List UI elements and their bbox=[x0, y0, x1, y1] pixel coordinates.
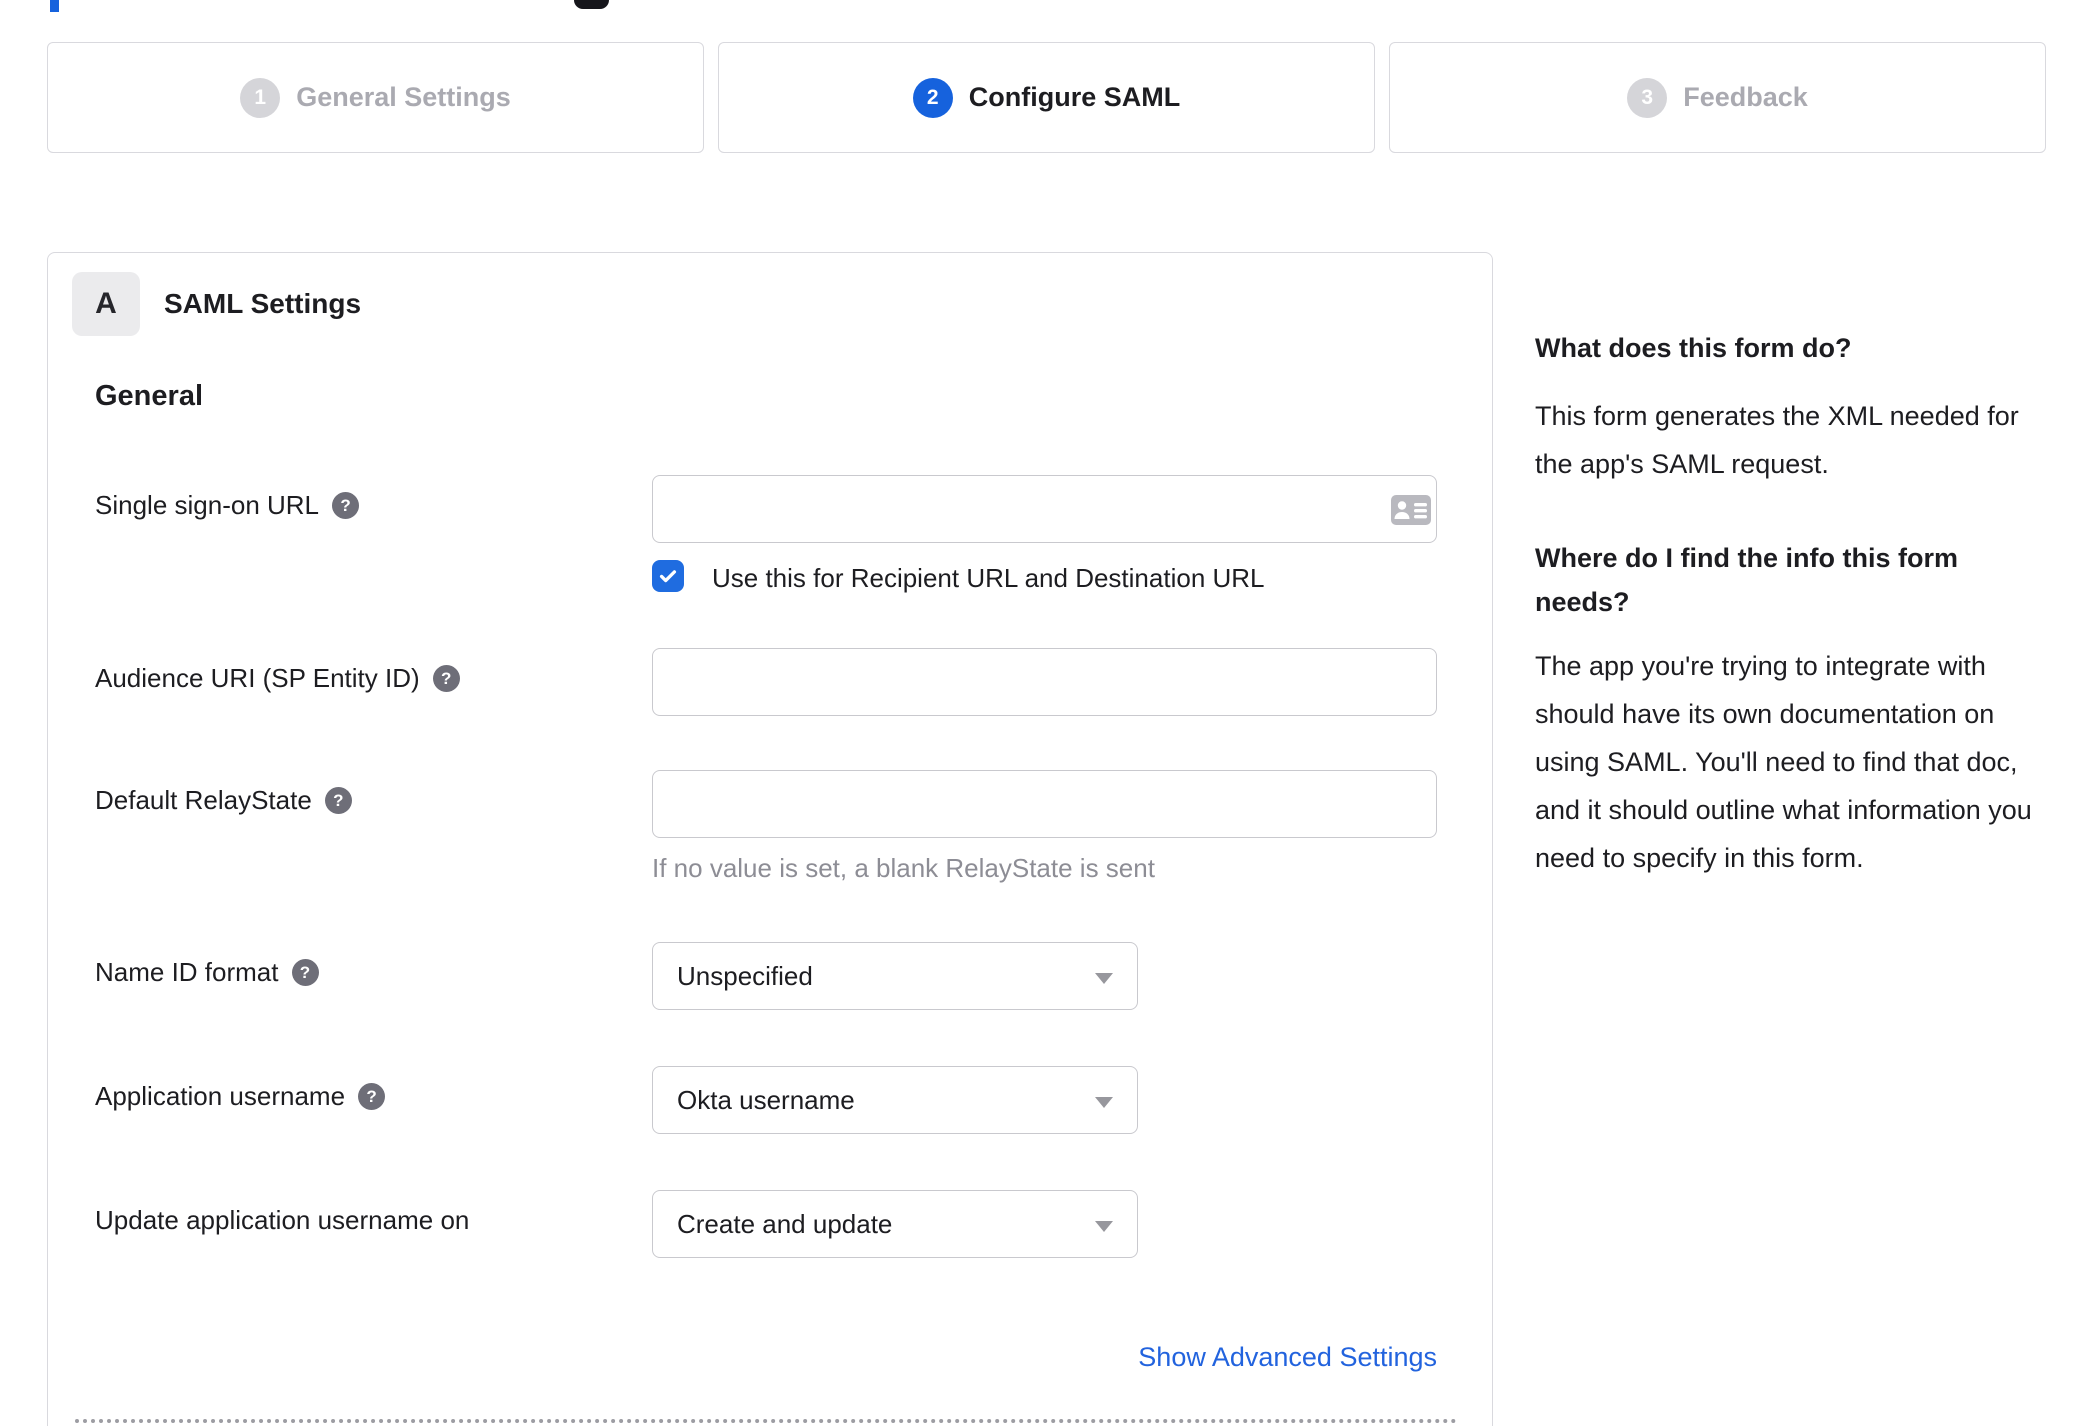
help-icon[interactable]: ? bbox=[324, 787, 352, 814]
section-dotted-divider bbox=[75, 1419, 1457, 1423]
contact-card-icon[interactable] bbox=[1390, 494, 1432, 526]
help-icon[interactable]: ? bbox=[291, 959, 319, 986]
step-number-badge: 1 bbox=[240, 77, 281, 118]
relaystate-hint: If no value is set, a blank RelayState i… bbox=[652, 853, 1155, 883]
sidebar-question-1-body: This form generates the XML needed for t… bbox=[1535, 401, 2019, 479]
use-for-recipient-checkbox[interactable] bbox=[652, 560, 684, 592]
application-username-select[interactable]: Okta username bbox=[652, 1066, 1138, 1134]
audience-uri-label: Audience URI (SP Entity ID) ? bbox=[95, 663, 460, 694]
default-relaystate-input[interactable] bbox=[652, 770, 1437, 838]
update-username-on-label: Update application username on bbox=[95, 1205, 469, 1236]
step-label: General Settings bbox=[296, 82, 511, 112]
field-label-text: Application username bbox=[95, 1081, 346, 1111]
application-username-label: Application username ? bbox=[95, 1081, 386, 1112]
field-label-text: Single sign-on URL bbox=[95, 490, 320, 520]
field-label-text: Audience URI (SP Entity ID) bbox=[95, 663, 420, 693]
chevron-down-icon bbox=[1095, 1097, 1113, 1108]
select-value: Unspecified bbox=[677, 960, 813, 991]
step-general-settings[interactable]: 1 General Settings bbox=[47, 42, 704, 153]
saml-settings-title: SAML Settings bbox=[164, 288, 362, 319]
field-label-text: Default RelayState bbox=[95, 785, 312, 815]
help-sidebar: What does this form do? This form genera… bbox=[1535, 330, 2042, 882]
step-feedback[interactable]: 3 Feedback bbox=[1389, 42, 2046, 153]
single-sign-on-url-label: Single sign-on URL ? bbox=[95, 490, 360, 521]
audience-uri-input[interactable] bbox=[652, 648, 1437, 716]
general-section-heading: General bbox=[95, 380, 203, 412]
chevron-down-icon bbox=[1095, 1221, 1113, 1232]
single-sign-on-url-input[interactable] bbox=[652, 475, 1437, 543]
name-id-format-label: Name ID format ? bbox=[95, 957, 319, 988]
section-a-badge: A bbox=[72, 272, 140, 336]
sidebar-question-1-title: What does this form do? bbox=[1535, 333, 1852, 363]
select-value: Okta username bbox=[677, 1084, 855, 1115]
cropped-header-fragment-black bbox=[574, 0, 609, 9]
checkmark-icon bbox=[659, 570, 677, 583]
help-icon[interactable]: ? bbox=[358, 1083, 386, 1110]
show-advanced-settings-link[interactable]: Show Advanced Settings bbox=[652, 1342, 1437, 1373]
step-number-badge: 3 bbox=[1627, 77, 1668, 118]
saml-configuration-page: 1 General Settings 2 Configure SAML 3 Fe… bbox=[0, 0, 2092, 1426]
name-id-format-select[interactable]: Unspecified bbox=[652, 942, 1138, 1010]
field-label-text: Update application username on bbox=[95, 1205, 470, 1235]
field-label-text: Name ID format bbox=[95, 957, 279, 987]
help-icon[interactable]: ? bbox=[332, 492, 360, 519]
chevron-down-icon bbox=[1095, 973, 1113, 984]
default-relaystate-label: Default RelayState ? bbox=[95, 785, 352, 816]
update-username-on-select[interactable]: Create and update bbox=[652, 1190, 1138, 1258]
sidebar-question-2-body: The app you're trying to integrate with … bbox=[1535, 651, 2032, 873]
step-label: Configure SAML bbox=[968, 82, 1181, 112]
cropped-header-fragment-blue bbox=[50, 0, 59, 12]
step-label: Feedback bbox=[1683, 82, 1808, 112]
use-for-recipient-checkbox-label: Use this for Recipient URL and Destinati… bbox=[712, 563, 1265, 593]
sidebar-question-2-title: Where do I find the info this form needs… bbox=[1535, 543, 1958, 617]
step-configure-saml[interactable]: 2 Configure SAML bbox=[718, 42, 1375, 153]
help-icon[interactable]: ? bbox=[432, 665, 460, 692]
select-value: Create and update bbox=[677, 1208, 893, 1239]
step-number-badge: 2 bbox=[912, 77, 953, 118]
